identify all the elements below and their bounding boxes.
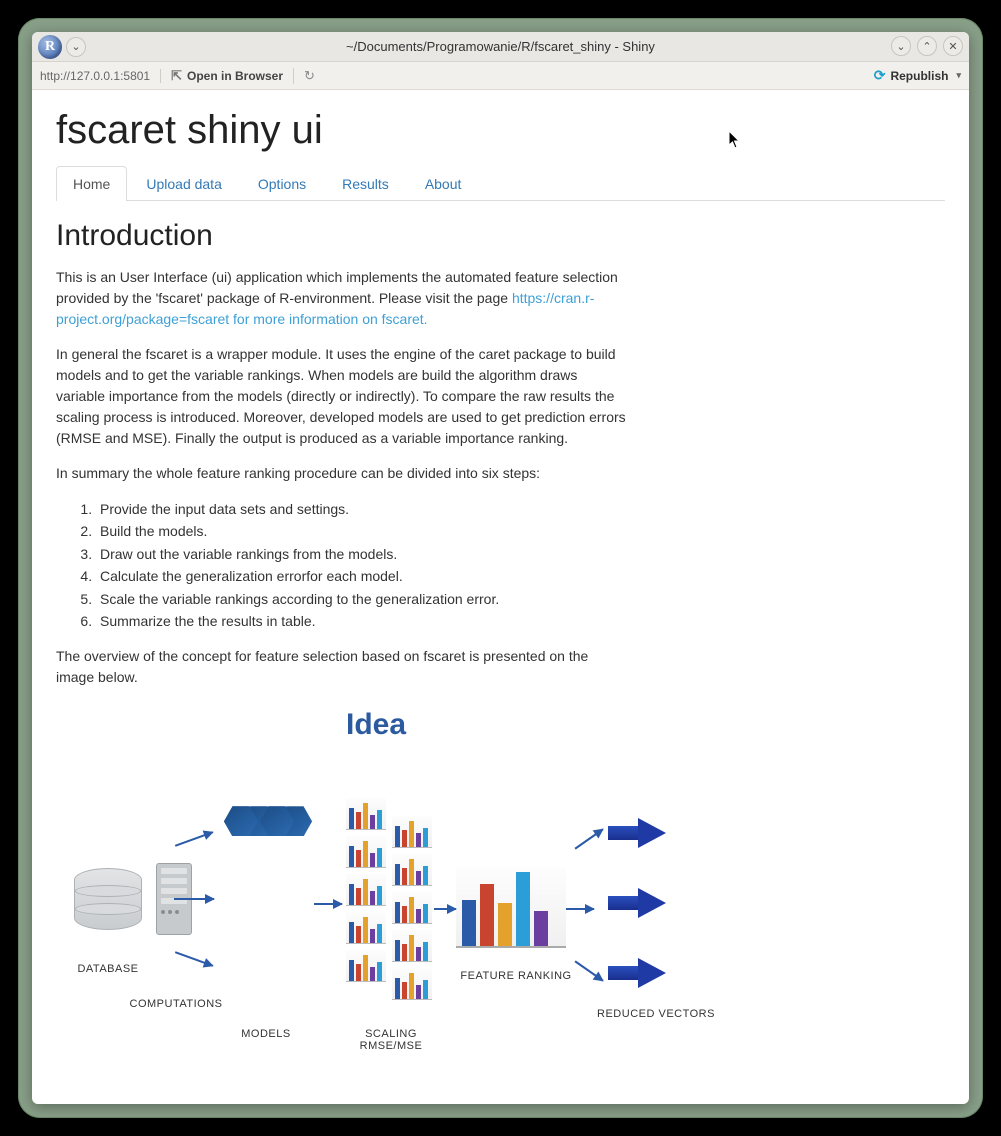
steps-list: Provide the input data sets and settings… bbox=[96, 498, 945, 632]
tab-upload-data[interactable]: Upload data bbox=[129, 166, 239, 201]
page-title: fscaret shiny ui bbox=[56, 108, 945, 153]
close-button[interactable]: ✕ bbox=[943, 36, 963, 56]
maximize-button[interactable]: ⌃ bbox=[917, 36, 937, 56]
chevron-down-icon: ⌄ bbox=[896, 40, 905, 53]
close-icon: ✕ bbox=[948, 40, 957, 53]
minimize-button[interactable]: ⌄ bbox=[891, 36, 911, 56]
label-models: MODELS bbox=[226, 1028, 306, 1040]
open-in-browser-button[interactable]: ⇱ Open in Browser bbox=[171, 68, 294, 84]
intro-p3: In summary the whole feature ranking pro… bbox=[56, 463, 626, 484]
label-reduced-vectors: REDUCED VECTORS bbox=[576, 1008, 736, 1020]
arrow-icon bbox=[575, 961, 604, 982]
tab-results[interactable]: Results bbox=[325, 166, 406, 201]
open-in-browser-label: Open in Browser bbox=[187, 69, 283, 83]
list-item: Calculate the generalization errorfor ea… bbox=[96, 565, 945, 587]
window-title: ~/Documents/Programowanie/R/fscaret_shin… bbox=[32, 39, 969, 54]
concept-diagram: Idea DATABASE COMPUTATIONS bbox=[56, 708, 696, 1088]
chevron-up-icon: ⌃ bbox=[922, 40, 931, 53]
address-url: http://127.0.0.1:5801 bbox=[40, 69, 161, 83]
diagram-title: Idea bbox=[56, 708, 696, 742]
tab-about[interactable]: About bbox=[408, 166, 479, 201]
sync-icon: ⟳ bbox=[874, 67, 886, 84]
arrow-icon bbox=[575, 829, 604, 850]
intro-body: This is an User Interface (ui) applicati… bbox=[56, 267, 945, 1088]
republish-button[interactable]: ⟳ Republish ▾ bbox=[874, 67, 961, 84]
dropdown-button[interactable]: ⌄ bbox=[66, 37, 86, 57]
intro-p2: In general the fscaret is a wrapper modu… bbox=[56, 344, 626, 449]
arrow-icon bbox=[175, 832, 213, 848]
arrow-icon bbox=[434, 908, 456, 910]
models-icon bbox=[214, 806, 324, 1002]
arrow-icon bbox=[608, 818, 670, 848]
arrow-icon bbox=[174, 898, 214, 900]
r-logo-icon: R bbox=[38, 35, 62, 59]
database-icon bbox=[74, 868, 142, 930]
tab-bar: Home Upload data Options Results About bbox=[56, 165, 945, 201]
list-item: Draw out the variable rankings from the … bbox=[96, 543, 945, 565]
list-item: Provide the input data sets and settings… bbox=[96, 498, 945, 520]
republish-label: Republish bbox=[890, 69, 948, 83]
arrow-icon bbox=[175, 952, 213, 968]
label-database: DATABASE bbox=[74, 963, 142, 975]
title-bar: R ⌄ ~/Documents/Programowanie/R/fscaret_… bbox=[32, 32, 969, 62]
intro-p4: The overview of the concept for feature … bbox=[56, 646, 626, 688]
arrow-icon bbox=[566, 908, 594, 910]
tab-home[interactable]: Home bbox=[56, 166, 127, 201]
scaling-charts-col1-icon bbox=[346, 798, 386, 988]
label-feature-ranking: FEATURE RANKING bbox=[456, 970, 576, 982]
scaling-charts-col2-icon bbox=[392, 816, 432, 1006]
reload-button[interactable]: ↻ bbox=[304, 68, 315, 84]
feature-ranking-icon bbox=[456, 868, 566, 948]
list-item: Build the models. bbox=[96, 520, 945, 542]
list-item: Scale the variable rankings according to… bbox=[96, 588, 945, 610]
tab-options[interactable]: Options bbox=[241, 166, 323, 201]
intro-heading: Introduction bbox=[56, 219, 945, 253]
list-item: Summarize the the results in table. bbox=[96, 610, 945, 632]
toolbar: http://127.0.0.1:5801 ⇱ Open in Browser … bbox=[32, 62, 969, 90]
label-computations: COMPUTATIONS bbox=[126, 998, 226, 1010]
label-scaling: SCALING RMSE/MSE bbox=[341, 1028, 441, 1052]
popout-icon: ⇱ bbox=[171, 68, 182, 84]
app-window: R ⌄ ~/Documents/Programowanie/R/fscaret_… bbox=[32, 32, 969, 1104]
arrow-icon bbox=[608, 958, 670, 988]
chevron-down-icon: ⌄ bbox=[71, 40, 80, 53]
content-area: fscaret shiny ui Home Upload data Option… bbox=[32, 90, 969, 1104]
arrow-icon bbox=[314, 903, 342, 905]
arrow-icon bbox=[608, 888, 670, 918]
caret-down-icon: ▾ bbox=[956, 70, 961, 81]
